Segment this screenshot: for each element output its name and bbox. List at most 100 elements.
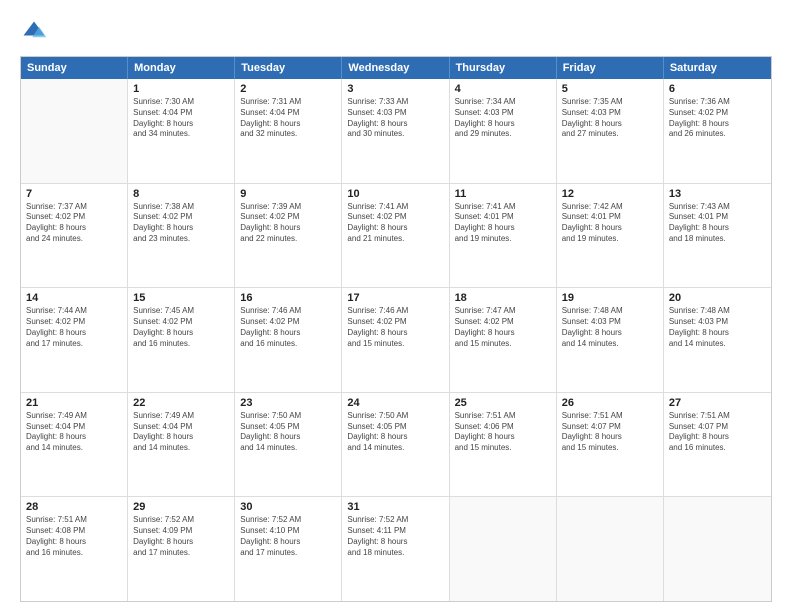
day-number: 30 xyxy=(240,501,336,513)
header-day: Wednesday xyxy=(342,57,449,79)
day-number: 27 xyxy=(669,397,766,409)
cell-info: Sunrise: 7:41 AM Sunset: 4:02 PM Dayligh… xyxy=(347,202,443,245)
calendar-cell: 4 Sunrise: 7:34 AM Sunset: 4:03 PM Daylig… xyxy=(450,79,557,183)
calendar-cell: 8 Sunrise: 7:38 AM Sunset: 4:02 PM Daylig… xyxy=(128,184,235,288)
calendar-cell: 9 Sunrise: 7:39 AM Sunset: 4:02 PM Daylig… xyxy=(235,184,342,288)
cell-info: Sunrise: 7:39 AM Sunset: 4:02 PM Dayligh… xyxy=(240,202,336,245)
logo xyxy=(20,18,52,46)
calendar-cell: 3 Sunrise: 7:33 AM Sunset: 4:03 PM Daylig… xyxy=(342,79,449,183)
day-number: 19 xyxy=(562,292,658,304)
day-number: 31 xyxy=(347,501,443,513)
cell-info: Sunrise: 7:47 AM Sunset: 4:02 PM Dayligh… xyxy=(455,306,551,349)
cell-info: Sunrise: 7:30 AM Sunset: 4:04 PM Dayligh… xyxy=(133,97,229,140)
calendar-cell xyxy=(450,497,557,601)
day-number: 26 xyxy=(562,397,658,409)
calendar-cell: 30 Sunrise: 7:52 AM Sunset: 4:10 PM Dayli… xyxy=(235,497,342,601)
cell-info: Sunrise: 7:51 AM Sunset: 4:08 PM Dayligh… xyxy=(26,515,122,558)
calendar-cell: 14 Sunrise: 7:44 AM Sunset: 4:02 PM Dayli… xyxy=(21,288,128,392)
cell-info: Sunrise: 7:50 AM Sunset: 4:05 PM Dayligh… xyxy=(347,411,443,454)
day-number: 4 xyxy=(455,83,551,95)
day-number: 2 xyxy=(240,83,336,95)
day-number: 9 xyxy=(240,188,336,200)
calendar-cell: 18 Sunrise: 7:47 AM Sunset: 4:02 PM Dayli… xyxy=(450,288,557,392)
calendar-cell: 13 Sunrise: 7:43 AM Sunset: 4:01 PM Dayli… xyxy=(664,184,771,288)
header-day: Saturday xyxy=(664,57,771,79)
calendar-row: 1 Sunrise: 7:30 AM Sunset: 4:04 PM Daylig… xyxy=(21,79,771,184)
calendar-cell: 23 Sunrise: 7:50 AM Sunset: 4:05 PM Dayli… xyxy=(235,393,342,497)
cell-info: Sunrise: 7:49 AM Sunset: 4:04 PM Dayligh… xyxy=(26,411,122,454)
header-day: Tuesday xyxy=(235,57,342,79)
calendar-cell xyxy=(557,497,664,601)
day-number: 5 xyxy=(562,83,658,95)
day-number: 1 xyxy=(133,83,229,95)
day-number: 3 xyxy=(347,83,443,95)
calendar-row: 28 Sunrise: 7:51 AM Sunset: 4:08 PM Dayli… xyxy=(21,497,771,601)
cell-info: Sunrise: 7:35 AM Sunset: 4:03 PM Dayligh… xyxy=(562,97,658,140)
calendar-cell: 19 Sunrise: 7:48 AM Sunset: 4:03 PM Dayli… xyxy=(557,288,664,392)
cell-info: Sunrise: 7:36 AM Sunset: 4:02 PM Dayligh… xyxy=(669,97,766,140)
calendar-cell: 11 Sunrise: 7:41 AM Sunset: 4:01 PM Dayli… xyxy=(450,184,557,288)
calendar-body: 1 Sunrise: 7:30 AM Sunset: 4:04 PM Daylig… xyxy=(21,79,771,601)
day-number: 23 xyxy=(240,397,336,409)
cell-info: Sunrise: 7:37 AM Sunset: 4:02 PM Dayligh… xyxy=(26,202,122,245)
cell-info: Sunrise: 7:52 AM Sunset: 4:09 PM Dayligh… xyxy=(133,515,229,558)
header-day: Friday xyxy=(557,57,664,79)
logo-icon xyxy=(20,18,48,46)
day-number: 14 xyxy=(26,292,122,304)
calendar-row: 21 Sunrise: 7:49 AM Sunset: 4:04 PM Dayli… xyxy=(21,393,771,498)
calendar-cell: 31Sunrise: 7:52 AM Sunset: 4:11 PM Dayli… xyxy=(342,497,449,601)
calendar-cell: 28 Sunrise: 7:51 AM Sunset: 4:08 PM Dayli… xyxy=(21,497,128,601)
calendar-cell: 20Sunrise: 7:48 AM Sunset: 4:03 PM Dayli… xyxy=(664,288,771,392)
calendar-cell: 26 Sunrise: 7:51 AM Sunset: 4:07 PM Dayli… xyxy=(557,393,664,497)
cell-info: Sunrise: 7:51 AM Sunset: 4:07 PM Dayligh… xyxy=(669,411,766,454)
calendar-cell: 25 Sunrise: 7:51 AM Sunset: 4:06 PM Dayli… xyxy=(450,393,557,497)
day-number: 18 xyxy=(455,292,551,304)
calendar-cell: 29 Sunrise: 7:52 AM Sunset: 4:09 PM Dayli… xyxy=(128,497,235,601)
cell-info: Sunrise: 7:33 AM Sunset: 4:03 PM Dayligh… xyxy=(347,97,443,140)
cell-info: Sunrise: 7:51 AM Sunset: 4:06 PM Dayligh… xyxy=(455,411,551,454)
cell-info: Sunrise: 7:44 AM Sunset: 4:02 PM Dayligh… xyxy=(26,306,122,349)
day-number: 15 xyxy=(133,292,229,304)
calendar-cell: 10 Sunrise: 7:41 AM Sunset: 4:02 PM Dayli… xyxy=(342,184,449,288)
cell-info: Sunrise: 7:31 AM Sunset: 4:04 PM Dayligh… xyxy=(240,97,336,140)
cell-info: Sunrise: 7:38 AM Sunset: 4:02 PM Dayligh… xyxy=(133,202,229,245)
calendar-header: SundayMondayTuesdayWednesdayThursdayFrid… xyxy=(21,57,771,79)
calendar-cell: 5 Sunrise: 7:35 AM Sunset: 4:03 PM Daylig… xyxy=(557,79,664,183)
cell-info: Sunrise: 7:41 AM Sunset: 4:01 PM Dayligh… xyxy=(455,202,551,245)
day-number: 11 xyxy=(455,188,551,200)
calendar-cell xyxy=(664,497,771,601)
day-number: 21 xyxy=(26,397,122,409)
day-number: 29 xyxy=(133,501,229,513)
day-number: 13 xyxy=(669,188,766,200)
day-number: 25 xyxy=(455,397,551,409)
day-number: 8 xyxy=(133,188,229,200)
calendar-row: 7Sunrise: 7:37 AM Sunset: 4:02 PM Daylig… xyxy=(21,184,771,289)
cell-info: Sunrise: 7:48 AM Sunset: 4:03 PM Dayligh… xyxy=(562,306,658,349)
cell-info: Sunrise: 7:46 AM Sunset: 4:02 PM Dayligh… xyxy=(240,306,336,349)
calendar-cell: 6 Sunrise: 7:36 AM Sunset: 4:02 PM Daylig… xyxy=(664,79,771,183)
calendar: SundayMondayTuesdayWednesdayThursdayFrid… xyxy=(20,56,772,602)
calendar-cell xyxy=(21,79,128,183)
day-number: 10 xyxy=(347,188,443,200)
calendar-row: 14 Sunrise: 7:44 AM Sunset: 4:02 PM Dayli… xyxy=(21,288,771,393)
calendar-cell: 27 Sunrise: 7:51 AM Sunset: 4:07 PM Dayli… xyxy=(664,393,771,497)
calendar-cell: 12Sunrise: 7:42 AM Sunset: 4:01 PM Dayli… xyxy=(557,184,664,288)
day-number: 24 xyxy=(347,397,443,409)
calendar-page: SundayMondayTuesdayWednesdayThursdayFrid… xyxy=(0,0,792,612)
header xyxy=(20,18,772,46)
day-number: 17 xyxy=(347,292,443,304)
cell-info: Sunrise: 7:46 AM Sunset: 4:02 PM Dayligh… xyxy=(347,306,443,349)
header-day: Thursday xyxy=(450,57,557,79)
cell-info: Sunrise: 7:51 AM Sunset: 4:07 PM Dayligh… xyxy=(562,411,658,454)
calendar-cell: 1 Sunrise: 7:30 AM Sunset: 4:04 PM Daylig… xyxy=(128,79,235,183)
day-number: 6 xyxy=(669,83,766,95)
header-day: Monday xyxy=(128,57,235,79)
day-number: 20 xyxy=(669,292,766,304)
cell-info: Sunrise: 7:52 AM Sunset: 4:10 PM Dayligh… xyxy=(240,515,336,558)
day-number: 28 xyxy=(26,501,122,513)
cell-info: Sunrise: 7:50 AM Sunset: 4:05 PM Dayligh… xyxy=(240,411,336,454)
cell-info: Sunrise: 7:43 AM Sunset: 4:01 PM Dayligh… xyxy=(669,202,766,245)
calendar-cell: 22Sunrise: 7:49 AM Sunset: 4:04 PM Dayli… xyxy=(128,393,235,497)
cell-info: Sunrise: 7:45 AM Sunset: 4:02 PM Dayligh… xyxy=(133,306,229,349)
cell-info: Sunrise: 7:34 AM Sunset: 4:03 PM Dayligh… xyxy=(455,97,551,140)
